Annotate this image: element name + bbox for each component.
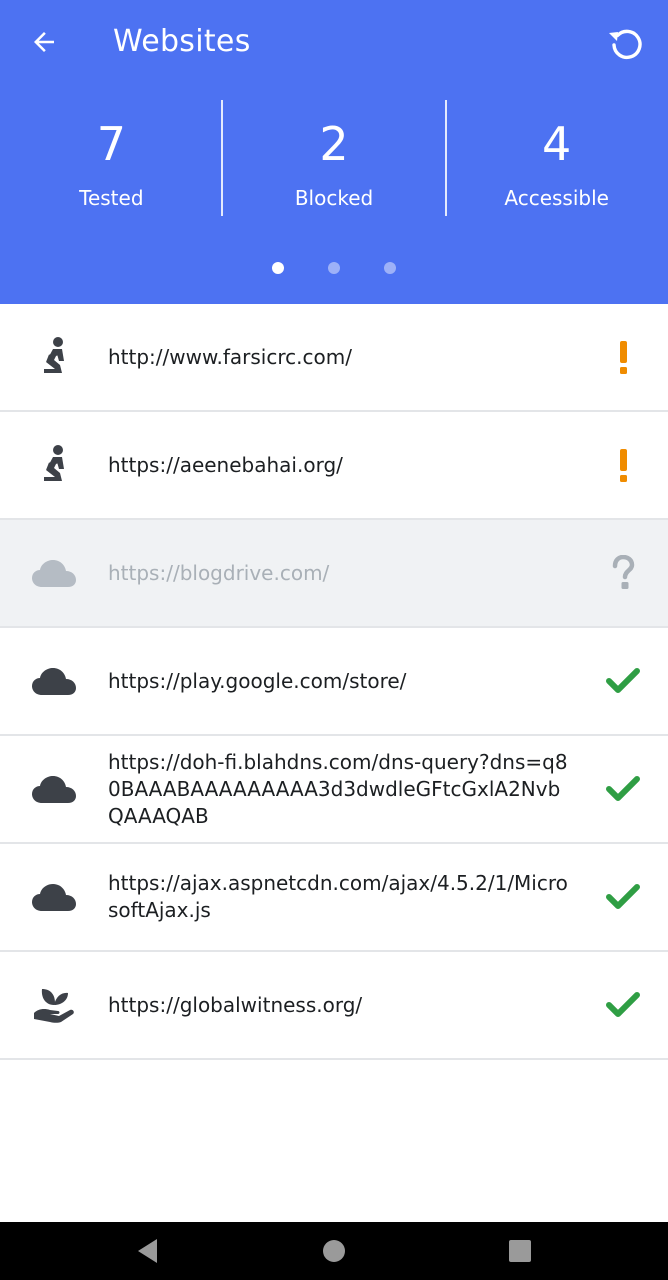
question-icon: [600, 550, 646, 596]
list-item[interactable]: https://doh-fi.blahdns.com/dns-query?dns…: [0, 736, 668, 844]
page-dot-active[interactable]: [272, 262, 284, 274]
exclamation-icon: [600, 334, 646, 380]
stat-blocked-value: 2: [319, 117, 349, 171]
refresh-button[interactable]: [602, 20, 652, 66]
list-item[interactable]: https://play.google.com/store/: [0, 628, 668, 736]
stat-divider: [221, 100, 223, 216]
praying-person-icon: [30, 441, 78, 489]
site-url: https://doh-fi.blahdns.com/dns-query?dns…: [108, 750, 568, 828]
page-title: Websites: [113, 24, 251, 59]
site-url: https://aeenebahai.org/: [108, 453, 343, 477]
site-url: http://www.farsicrc.com/: [108, 345, 352, 369]
stats-summary[interactable]: 7 Tested 2 Blocked 4 Accessible: [0, 100, 668, 216]
hand-leaf-icon: [30, 981, 78, 1029]
exclamation-icon: [600, 442, 646, 488]
nav-recents-square-icon: [509, 1240, 531, 1262]
header: Websites 7 Tested 2 Blocked 4 Accessible: [0, 0, 668, 304]
stat-blocked: 2 Blocked: [223, 100, 446, 216]
cloud-icon: [30, 657, 78, 705]
system-nav-bar: [0, 1222, 668, 1280]
list-item[interactable]: https://aeenebahai.org/: [0, 412, 668, 520]
praying-person-icon: [30, 333, 78, 381]
stat-tested: 7 Tested: [0, 100, 223, 216]
list-item[interactable]: https://ajax.aspnetcdn.com/ajax/4.5.2/1/…: [0, 844, 668, 952]
stat-divider: [445, 100, 447, 216]
stat-accessible-value: 4: [542, 117, 572, 171]
site-url: https://ajax.aspnetcdn.com/ajax/4.5.2/1/…: [108, 871, 568, 922]
page-indicator: [0, 262, 668, 274]
site-url: https://play.google.com/store/: [108, 669, 407, 693]
nav-back-triangle-icon: [138, 1239, 157, 1263]
nav-recents-button[interactable]: [490, 1222, 550, 1280]
stat-accessible-label: Accessible: [504, 186, 609, 210]
stat-blocked-label: Blocked: [294, 186, 374, 210]
list-item[interactable]: https://blogdrive.com/: [0, 520, 668, 628]
list-item[interactable]: https://globalwitness.org/: [0, 952, 668, 1060]
stat-accessible: 4 Accessible: [445, 100, 668, 216]
checkmark-icon: [600, 982, 646, 1028]
cloud-icon: [30, 765, 78, 813]
refresh-icon: [609, 29, 642, 60]
nav-home-button[interactable]: [304, 1222, 364, 1280]
checkmark-icon: [600, 658, 646, 704]
app-bar: Websites: [0, 0, 668, 86]
stat-tested-value: 7: [96, 117, 126, 171]
page-dot[interactable]: [328, 262, 340, 274]
checkmark-icon: [600, 874, 646, 920]
nav-home-circle-icon: [323, 1240, 345, 1262]
site-url: https://blogdrive.com/: [108, 561, 330, 585]
checkmark-icon: [600, 766, 646, 812]
page-dot[interactable]: [384, 262, 396, 274]
stat-tested-label: Tested: [79, 186, 144, 210]
website-list: http://www.farsicrc.com/ https://aeeneba…: [0, 304, 668, 1060]
cloud-icon: [30, 873, 78, 921]
arrow-left-icon: [34, 32, 54, 52]
nav-back-button[interactable]: [118, 1222, 178, 1280]
list-item[interactable]: http://www.farsicrc.com/: [0, 304, 668, 412]
site-url: https://globalwitness.org/: [108, 993, 363, 1017]
cloud-icon: [30, 549, 78, 597]
back-button[interactable]: [24, 22, 64, 62]
